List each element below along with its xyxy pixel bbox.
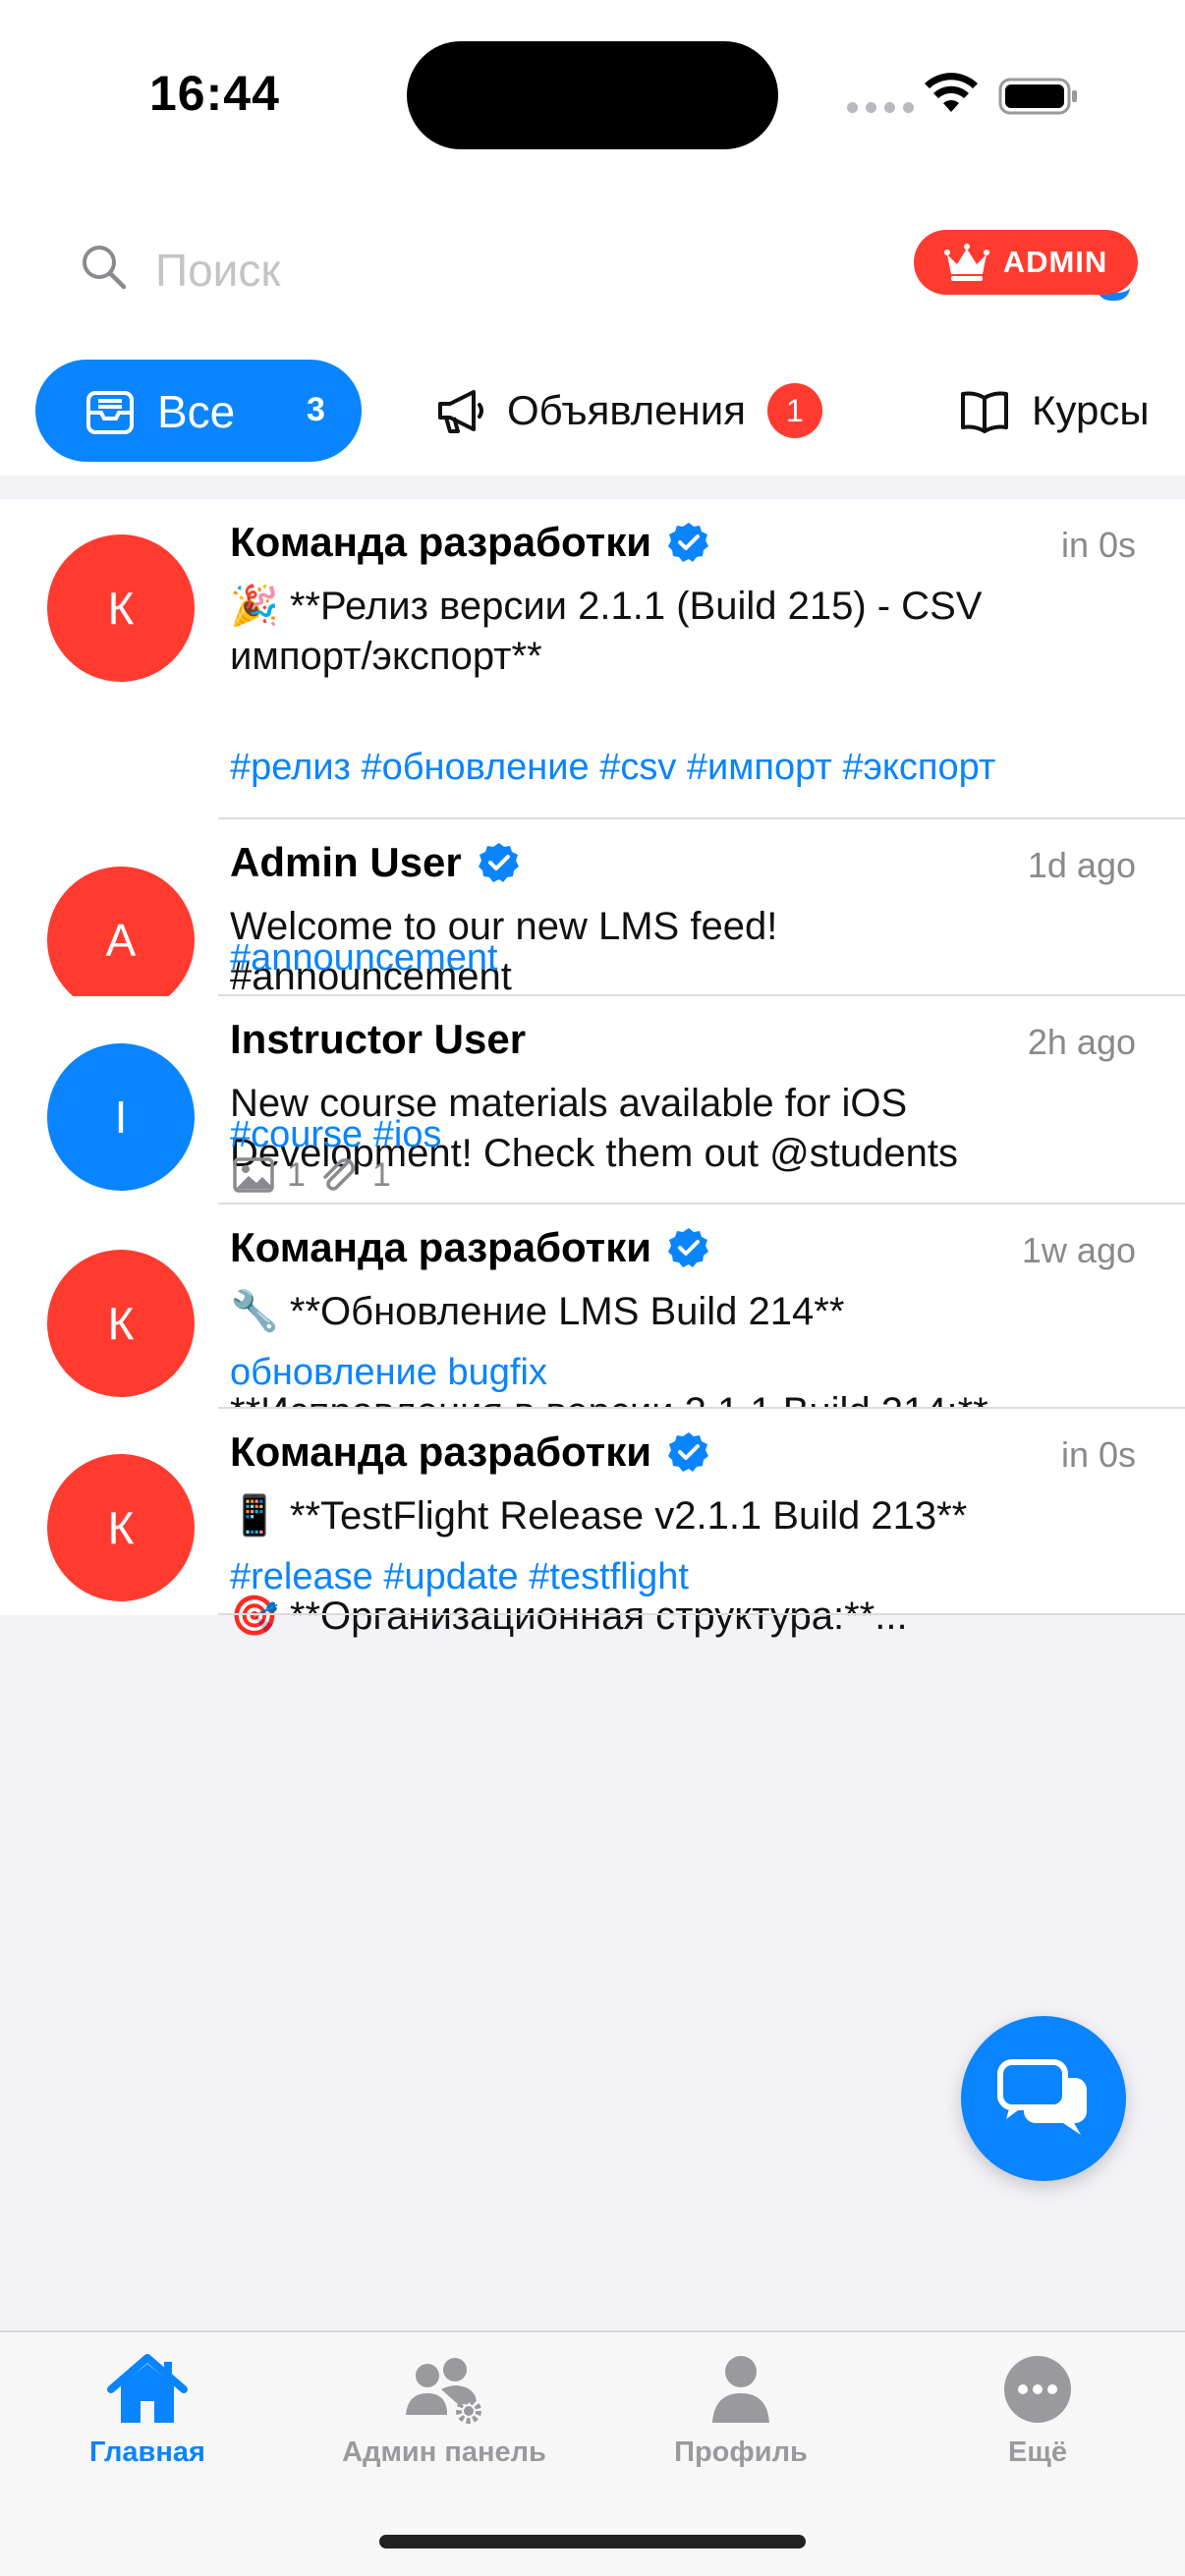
feed-post[interactable]: I Instructor User 2h ago New course mate… bbox=[0, 996, 1185, 1204]
tabbar-more-label: Ещё bbox=[1008, 2436, 1067, 2468]
post-attachments: 1 1 bbox=[232, 1155, 391, 1195]
tab-announcements-badge: 1 bbox=[766, 383, 822, 438]
tab-announcements[interactable]: Объявления 1 bbox=[434, 360, 822, 462]
feed-post[interactable]: A Admin User 1d ago Welcome to our new L… bbox=[0, 819, 1185, 1014]
post-body-line: 🔧 **Обновление LMS Build 214** bbox=[230, 1290, 845, 1333]
post-tags[interactable]: #release #update #testflight bbox=[230, 1556, 689, 1598]
post-body: 🎉 **Релиз версии 2.1.1 (Build 215) - CSV… bbox=[230, 582, 1095, 682]
search-icon bbox=[83, 246, 127, 290]
admin-group-icon bbox=[406, 2358, 481, 2424]
search-input[interactable]: Поиск bbox=[155, 244, 280, 297]
book-icon bbox=[961, 391, 1008, 433]
dynamic-island bbox=[407, 41, 778, 149]
home-indicator bbox=[379, 2535, 806, 2548]
verified-badge-icon bbox=[668, 523, 709, 562]
feed-post[interactable]: К Команда разработки in 0s 🎉 **Релиз вер… bbox=[0, 499, 1185, 819]
post-body-line: 🎯 **Организационная структура:**... bbox=[230, 1595, 908, 1638]
post-author-name: Команда разработки bbox=[230, 1224, 652, 1270]
tab-courses-label: Курсы bbox=[1032, 387, 1150, 433]
tab-all-count: 3 bbox=[307, 391, 325, 428]
post-author-name: Команда разработки bbox=[230, 1428, 652, 1475]
home-icon bbox=[107, 2354, 188, 2423]
person-icon bbox=[712, 2356, 769, 2423]
images-count: 1 bbox=[287, 1155, 306, 1194]
post-author: Команда разработки bbox=[230, 519, 710, 566]
tray-icon bbox=[86, 391, 134, 434]
post-body-line: импорт/экспорт** bbox=[230, 635, 542, 678]
admin-badge[interactable]: ADMIN bbox=[914, 230, 1138, 295]
tabbar-home[interactable]: Главная bbox=[20, 2350, 275, 2488]
battery-icon bbox=[998, 78, 1077, 115]
tab-all[interactable]: Все 3 bbox=[35, 360, 362, 462]
avatar: I bbox=[47, 1043, 195, 1191]
post-author-name: Admin User bbox=[230, 839, 462, 885]
avatar: К bbox=[47, 534, 195, 682]
feed-post[interactable]: К Команда разработки in 0s 📱 **TestFligh… bbox=[0, 1409, 1185, 1638]
post-author-name: Instructor User bbox=[230, 1016, 527, 1062]
tabbar-admin[interactable]: Админ панель bbox=[316, 2350, 572, 2488]
row-separator bbox=[218, 1613, 1185, 1615]
tabbar-more[interactable]: Ещё bbox=[910, 2350, 1165, 2488]
avatar: К bbox=[47, 1250, 195, 1397]
post-tags[interactable]: #релиз #обновление #csv #импорт #экспорт bbox=[230, 747, 995, 789]
paperclip-icon bbox=[323, 1158, 355, 1191]
tabbar-profile-label: Профиль bbox=[674, 2436, 808, 2468]
post-author-name: Команда разработки bbox=[230, 519, 652, 565]
tabbar-profile[interactable]: Профиль bbox=[613, 2350, 869, 2488]
chat-bubbles-icon bbox=[997, 2059, 1087, 2135]
post-timestamp: in 0s bbox=[1060, 525, 1136, 565]
tab-courses[interactable]: Курсы bbox=[959, 360, 1150, 462]
post-timestamp: 1w ago bbox=[1021, 1230, 1136, 1270]
feed-post[interactable]: К Команда разработки 1w ago 🔧 **Обновлен… bbox=[0, 1204, 1185, 1433]
tab-announcements-label: Объявления bbox=[507, 387, 746, 433]
post-timestamp: 2h ago bbox=[1027, 1022, 1136, 1062]
post-body-line: 📱 **TestFlight Release v2.1.1 Build 213*… bbox=[230, 1494, 968, 1538]
cellular-signal-icon bbox=[847, 102, 914, 113]
verified-badge-icon bbox=[668, 1228, 709, 1267]
tab-all-label: Все bbox=[157, 386, 236, 437]
post-author: Команда разработки bbox=[230, 1428, 710, 1476]
post-author: Instructor User bbox=[230, 1016, 526, 1063]
chat-fab-button[interactable] bbox=[961, 2016, 1126, 2181]
megaphone-icon bbox=[438, 390, 483, 433]
files-count: 1 bbox=[371, 1155, 391, 1194]
post-body-line: 🎉 **Релиз версии 2.1.1 (Build 215) - CSV bbox=[230, 585, 983, 628]
more-icon bbox=[1004, 2356, 1071, 2423]
crown-icon bbox=[943, 244, 989, 281]
post-timestamp: 1d ago bbox=[1027, 845, 1136, 885]
verified-badge-icon bbox=[668, 1432, 709, 1472]
tabbar-admin-label: Админ панель bbox=[342, 2436, 546, 2468]
status-bar: 16:44 bbox=[0, 0, 1185, 187]
post-tags[interactable]: #course #ios bbox=[230, 1114, 441, 1156]
post-tags[interactable]: обновление bugfix bbox=[230, 1352, 547, 1394]
post-author: Команда разработки bbox=[230, 1224, 710, 1271]
image-icon bbox=[233, 1157, 274, 1193]
status-time: 16:44 bbox=[149, 66, 280, 121]
verified-badge-icon bbox=[478, 843, 519, 882]
tabbar-home-label: Главная bbox=[89, 2436, 205, 2468]
avatar: К bbox=[47, 1454, 195, 1601]
post-author: Admin User bbox=[230, 839, 521, 886]
post-tags[interactable]: #announcement bbox=[230, 937, 498, 980]
header: Поиск ADMIN bbox=[0, 226, 1185, 314]
filter-tabs: Все 3 Объявления 1 Курсы bbox=[0, 356, 1185, 831]
avatar: A bbox=[47, 867, 195, 1014]
wifi-icon bbox=[925, 73, 978, 112]
post-timestamp: in 0s bbox=[1060, 1434, 1136, 1475]
admin-badge-label: ADMIN bbox=[1002, 245, 1108, 279]
